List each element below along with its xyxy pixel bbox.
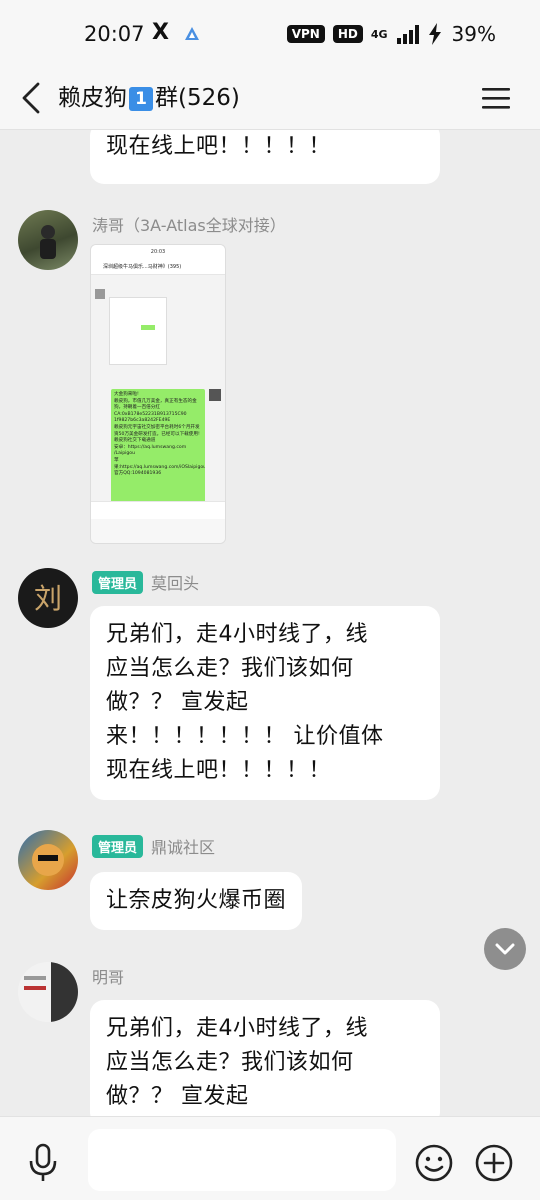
avatar[interactable]: 刘 [18,568,78,628]
network-type: 4G [370,27,388,41]
battery-saver-icon [428,23,441,45]
sender-name-text: 涛哥（3A-Atlas全球对接） [92,216,286,235]
sender-name-text: 莫回头 [151,574,200,593]
message-bubble[interactable]: 现在线上吧！！！！！ [90,130,440,184]
scroll-to-bottom-button[interactable] [484,928,526,970]
screenshot-nav-bar [91,519,225,543]
app-notification-icon [185,27,199,40]
chevron-down-icon [495,943,515,955]
status-icons: VPN HD 4G 39% [286,22,496,46]
image-message[interactable]: 20:03 深圳超级牛马俱乐...马财神》(395) 大金狗来啦! 赖皮狗，市值… [90,244,226,544]
message-bubble[interactable]: 兄弟们，走4小时线了，线 应当怎么走？我们该如何 做？？ 宣发起 [90,1000,440,1116]
microphone-icon[interactable] [26,1143,60,1183]
admin-badge: 管理员 [92,570,144,594]
screenshot-avatar [95,289,105,299]
avatar[interactable] [18,962,78,1022]
signal-icon [396,25,419,44]
message-list[interactable]: 现在线上吧！！！！！ 涛哥（3A-Atlas全球对接） 20:03 深圳超级牛马… [0,130,540,1116]
screenshot-green-bubble: 大金狗来啦! 赖皮狗，市值几万美金，真正有生态的金狗，持朝着一百倍分红 CA:0… [111,389,205,505]
x-app-icon: X [152,20,169,45]
shiba-dog-icon [32,844,64,876]
calligraphy-logo-icon: 刘 [34,582,62,615]
poster-thumbnail-icon [24,976,46,990]
sender-name: 涛哥（3A-Atlas全球对接） [92,212,286,236]
battery-level: 39% [451,22,496,46]
screenshot-avatar-right [209,389,221,401]
message-bubble[interactable]: 兄弟们，走4小时线了，线 应当怎么走？我们该如何 做？？ 宣发起 来！！！！！！… [90,606,440,800]
screenshot-input-bar [91,501,225,519]
sender-name: 管理员 鼎诚社区 [92,834,215,858]
admin-badge: 管理员 [92,834,144,858]
screenshot-nested-card [109,297,167,365]
svg-text:刘: 刘 [34,582,62,615]
screenshot-green-chip [141,325,155,330]
plus-icon[interactable] [474,1143,514,1183]
status-bar: 20:07 X VPN HD 4G 39% [0,0,540,66]
screenshot-status-time: 20:03 [91,245,225,259]
chat-title-prefix: 赖皮狗 [58,85,127,111]
chat-title-suffix: 群(526) [155,85,240,111]
chat-header: 赖皮狗 1 群(526) [0,66,540,130]
keycap-one-emoji: 1 [129,87,153,111]
sender-name: 明哥 [92,964,124,988]
vpn-badge: VPN [286,25,325,43]
hd-badge: HD [332,25,363,43]
back-arrow-icon[interactable] [14,76,54,120]
input-bar [0,1116,540,1200]
person-photo-icon [40,225,56,259]
emoji-icon[interactable] [414,1143,454,1183]
avatar[interactable] [18,210,78,270]
menu-icon[interactable] [482,80,512,116]
screenshot-chat-title: 深圳超级牛马俱乐...马财神》(395) [91,259,225,275]
sender-name: 管理员 莫回头 [92,570,199,594]
avatar[interactable] [18,830,78,890]
chat-title: 赖皮狗 1 群(526) [58,78,240,112]
status-time: 20:07 [84,22,145,46]
message-bubble[interactable]: 让奈皮狗火爆币圈 [90,872,303,930]
sender-name-text: 明哥 [92,968,125,987]
message-input[interactable] [88,1129,396,1191]
sender-name-text: 鼎诚社区 [151,838,216,857]
